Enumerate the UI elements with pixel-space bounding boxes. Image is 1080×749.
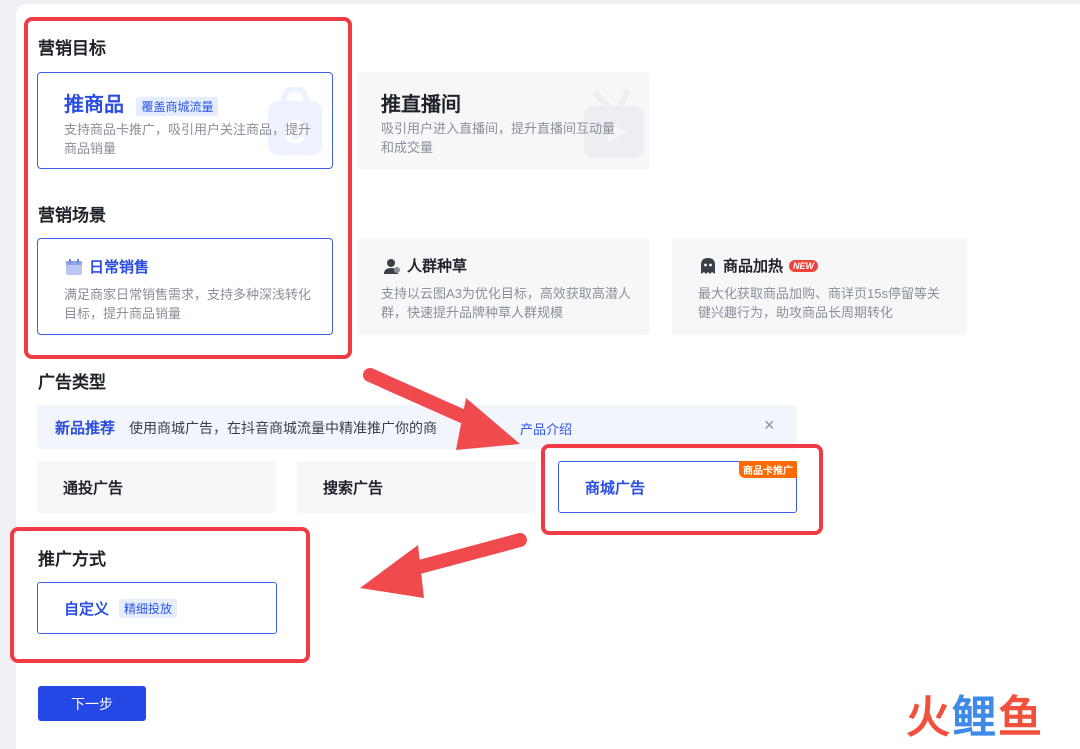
- watermark-logo: 火鲤鱼: [906, 696, 1044, 740]
- arrow-to-promo-method-icon: [360, 533, 527, 598]
- arrow-to-mall-ad-icon: [363, 368, 520, 450]
- watermark-char-3: 鱼: [998, 693, 1044, 742]
- annotation-arrows: [360, 368, 527, 598]
- watermark-char-1: 火: [906, 693, 952, 742]
- watermark-char-2: 鲤: [952, 693, 998, 742]
